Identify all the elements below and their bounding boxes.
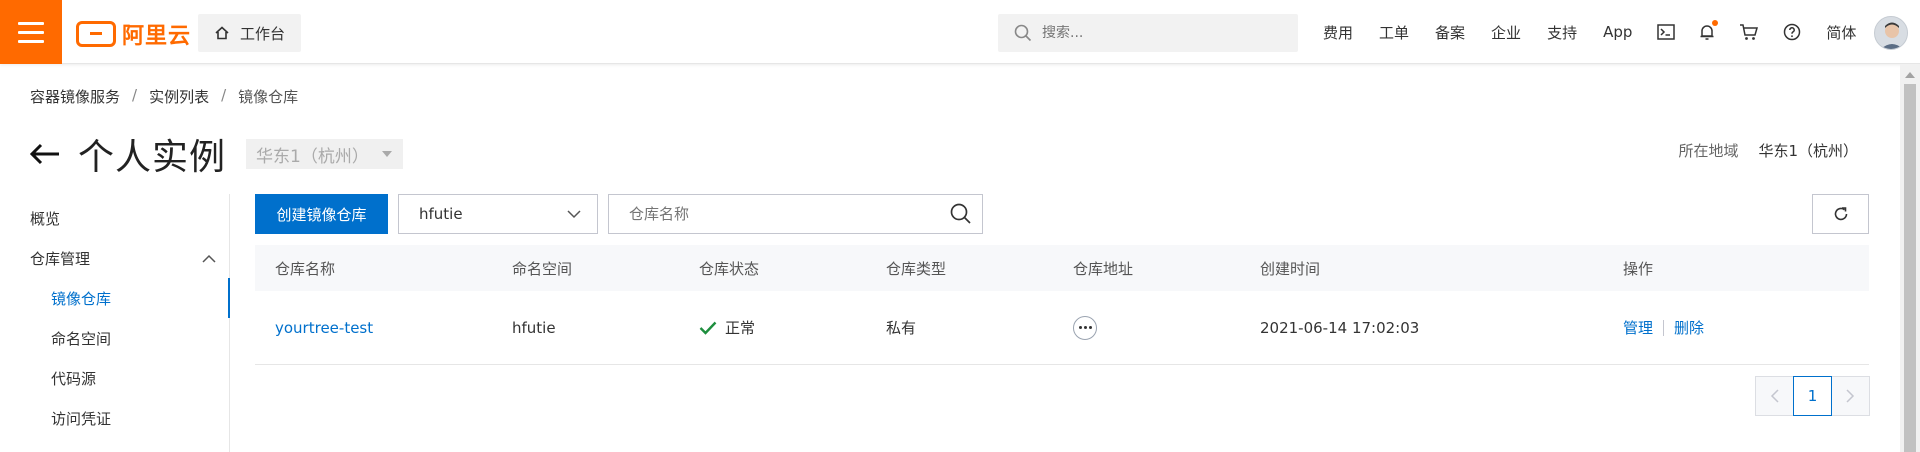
hamburger-menu-button[interactable] [0,0,62,64]
top-nav-links: 费用 工单 备案 企业 支持 App 简体 [1310,0,1869,64]
column-header: 仓库名称 [275,259,336,278]
home-icon [215,26,229,40]
sidebar: 概览 仓库管理 镜像仓库 命名空间 代码源 访问凭证 [0,194,230,452]
region-select-value: 华东1（杭州） [256,146,369,167]
next-page-button[interactable] [1831,376,1870,416]
breadcrumb-separator: / [221,86,227,104]
nav-app[interactable]: App [1603,23,1632,41]
user-avatar[interactable] [1874,16,1908,50]
repo-status-text: 正常 [725,319,756,337]
sidebar-item-label: 访问凭证 [51,409,112,428]
page-number-button[interactable]: 1 [1793,376,1832,416]
table-header: 仓库名称 命名空间 仓库状态 仓库类型 仓库地址 创建时间 操作 [255,245,1869,291]
column-header: 仓库地址 [1073,259,1134,278]
repo-name-search-input[interactable] [629,205,929,223]
sidebar-item-overview[interactable]: 概览 [0,198,230,238]
sidebar-item-label: 概览 [30,209,61,228]
nav-billing[interactable]: 费用 [1323,22,1353,43]
repo-name-link[interactable]: yourtree-test [275,319,373,337]
bell-icon[interactable] [1699,20,1719,41]
repo-name-search [608,194,983,234]
global-search-input[interactable] [1042,25,1282,41]
brand-logo[interactable]: 阿里云 [76,18,191,50]
vertical-scrollbar[interactable] [1900,64,1920,452]
nav-tickets[interactable]: 工单 [1379,22,1409,43]
create-repo-button[interactable]: 创建镜像仓库 [255,194,388,234]
column-header: 命名空间 [512,259,573,278]
help-icon[interactable] [1783,23,1801,41]
workbench-label: 工作台 [240,24,286,43]
sidebar-item-label: 命名空间 [51,329,112,348]
repo-created-time: 2021-06-14 17:02:03 [1260,318,1420,337]
sidebar-item-label: 镜像仓库 [51,289,112,308]
region-info: 所在地域 华东1（杭州） [1678,140,1858,161]
repo-address-more-button[interactable] [1073,315,1097,340]
refresh-icon [1834,207,1847,221]
back-arrow-icon[interactable] [28,142,62,166]
breadcrumb-instance-list[interactable]: 实例列表 [149,86,209,107]
refresh-button[interactable] [1812,194,1869,234]
pagination: 1 [1755,376,1870,416]
chevron-up-icon [202,254,216,263]
repo-namespace: hfutie [512,318,556,337]
manage-link[interactable]: 管理 [1623,317,1653,338]
delete-link[interactable]: 删除 [1674,317,1704,338]
top-navbar: 阿里云 工作台 费用 工单 备案 企业 支持 App 简体 [0,0,1920,64]
sidebar-item-code-source[interactable]: 代码源 [0,358,230,398]
nav-support[interactable]: 支持 [1547,22,1577,43]
namespace-select-value: hfutie [419,205,463,223]
region-select[interactable]: 华东1（杭州） [246,139,403,169]
action-divider [1663,319,1665,336]
region-label: 所在地域 [1678,142,1739,160]
breadcrumb-cr-service[interactable]: 容器镜像服务 [30,86,120,107]
breadcrumb-separator: / [132,86,138,104]
column-header: 创建时间 [1260,259,1321,278]
language-switch[interactable]: 简体 [1826,22,1856,43]
table-row: yourtree-test hfutie 正常 私有 2021-06-14 17… [255,291,1869,365]
breadcrumb-repositories: 镜像仓库 [238,88,299,106]
chevron-left-icon [1770,389,1779,403]
terminal-icon[interactable] [1657,24,1676,40]
repo-actions: 管理 删除 [1623,317,1704,338]
check-icon [699,321,717,335]
global-search[interactable] [998,14,1298,52]
search-icon [1014,24,1032,42]
search-icon[interactable] [950,203,972,225]
page-header: 个人实例 华东1（杭州） [28,128,403,180]
notification-dot [1712,20,1719,26]
nav-enterprise[interactable]: 企业 [1491,22,1521,43]
aliyun-logo-icon [76,21,116,47]
sidebar-item-namespaces[interactable]: 命名空间 [0,318,230,358]
repo-status: 正常 [699,317,755,338]
brand-name: 阿里云 [122,24,192,49]
column-header: 操作 [1623,259,1654,278]
namespace-select[interactable]: hfutie [398,194,598,234]
workbench-button[interactable]: 工作台 [198,14,301,52]
region-value: 华东1（杭州） [1758,142,1858,160]
repo-type: 私有 [886,319,917,337]
breadcrumb: 容器镜像服务 / 实例列表 / 镜像仓库 [30,86,298,107]
chevron-right-icon [1846,389,1855,403]
sidebar-item-label: 仓库管理 [30,249,91,268]
chevron-down-icon [567,209,581,218]
sidebar-item-image-repos[interactable]: 镜像仓库 [0,278,230,318]
caret-down-icon [381,151,392,157]
page-title: 个人实例 [78,137,227,178]
column-header: 仓库状态 [699,259,760,278]
cart-icon[interactable] [1739,23,1759,41]
column-header: 仓库类型 [886,259,947,278]
more-dots-icon [1073,315,1097,340]
prev-page-button[interactable] [1755,376,1794,416]
sidebar-item-label: 代码源 [51,369,97,388]
scroll-up-arrow-icon[interactable] [1905,72,1915,78]
repo-table: 仓库名称 命名空间 仓库状态 仓库类型 仓库地址 创建时间 操作 yourtre… [255,245,1869,365]
scrollbar-thumb[interactable] [1904,84,1916,452]
nav-icp-filing[interactable]: 备案 [1435,22,1465,43]
sidebar-item-repo-management[interactable]: 仓库管理 [0,238,230,278]
sidebar-item-access-credentials[interactable]: 访问凭证 [0,398,230,438]
